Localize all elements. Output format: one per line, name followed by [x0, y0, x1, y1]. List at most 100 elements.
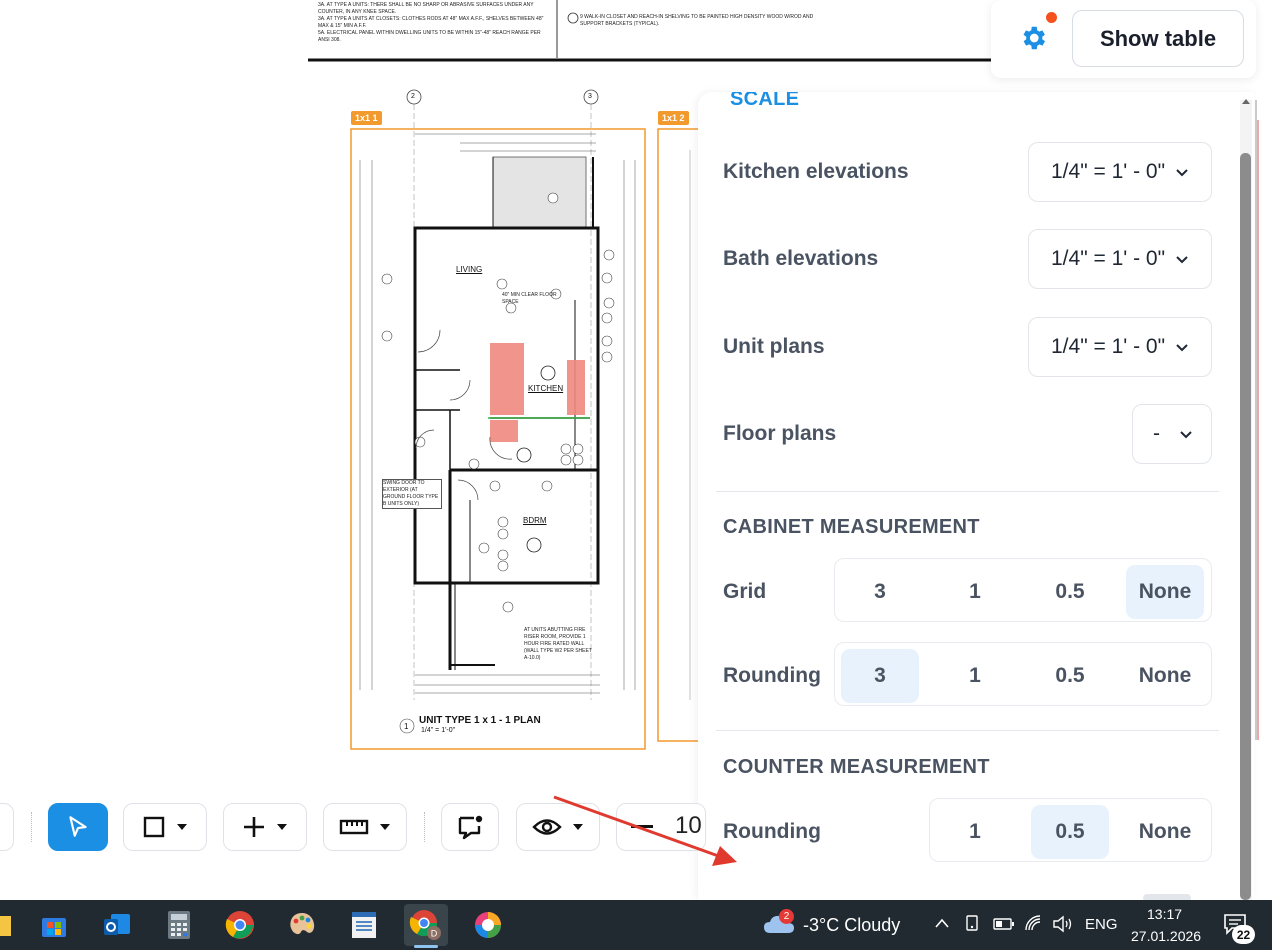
room-label-living: LIVING: [456, 265, 483, 274]
chevron-down-icon: [1176, 344, 1188, 352]
svg-text:D: D: [431, 929, 438, 939]
toolbar-left-partial-button[interactable]: [0, 803, 14, 851]
wifi-icon[interactable]: [1024, 914, 1044, 934]
chevron-down-icon: [1180, 431, 1192, 439]
notification-dot: [1046, 12, 1057, 23]
copilot-icon: [475, 912, 501, 938]
room-label-bdrm: BDRM: [523, 516, 547, 525]
ruler-icon: [339, 819, 369, 835]
scale-heading: SCALE: [730, 92, 800, 110]
add-tool-button[interactable]: [223, 803, 307, 851]
taskbar-app-chrome-profile[interactable]: D: [404, 904, 448, 946]
zoom-value[interactable]: 10: [675, 812, 702, 840]
taskbar-app-calculator[interactable]: [157, 904, 201, 946]
section-divider: [716, 491, 1219, 492]
taskbar-app-copilot[interactable]: [466, 904, 510, 946]
taskbar-app-chrome[interactable]: [218, 904, 262, 946]
counter-rounding-option-0-5[interactable]: 0.5: [1031, 805, 1109, 859]
counter-heading: COUNTER MEASUREMENT: [723, 756, 990, 778]
toolbar-separator: [31, 812, 32, 842]
cabinet-heading: CABINET MEASUREMENT: [723, 516, 980, 538]
sheet-3-partial: [1255, 100, 1259, 740]
kitchen-scale-value: 1/4" = 1' - 0": [1051, 160, 1166, 183]
sheet-notes-right: 9 WALK-IN CLOSET AND REACH-IN SHELVING T…: [580, 14, 814, 27]
caret-down-icon: [573, 824, 583, 830]
cabinet-grid-segmented: 3 1 0.5 None: [834, 558, 1212, 622]
taskbar-app-partial[interactable]: [0, 904, 22, 946]
cabinet-rounding-option-none[interactable]: None: [1126, 649, 1204, 703]
panel-scrollbar-thumb[interactable]: [1240, 153, 1251, 900]
store-icon: [42, 918, 66, 937]
meet-now-icon[interactable]: [964, 914, 982, 934]
plan-title: UNIT TYPE 1 x 1 - 1 PLAN: [419, 715, 541, 726]
highlight-cabinet-bath: [490, 420, 518, 442]
sheet-notes-left: 3A. AT TYPE A UNITS: THERE SHALL BE NO S…: [318, 2, 544, 43]
eye-icon: [532, 819, 562, 835]
counter-rounding-option-none[interactable]: None: [1126, 805, 1204, 859]
chevron-down-icon: [1176, 169, 1188, 177]
cabinet-rounding-option-3[interactable]: 3: [841, 649, 919, 703]
outlook-icon: [104, 914, 130, 935]
cabinet-rounding-option-0-5[interactable]: 0.5: [1031, 649, 1109, 703]
cabinet-grid-option-none[interactable]: None: [1126, 565, 1204, 619]
notification-count-badge: 22: [1232, 925, 1255, 944]
rectangle-tool-button[interactable]: [123, 803, 207, 851]
caret-down-icon: [177, 824, 187, 830]
highlight-cabinet-right: [567, 360, 585, 415]
clock-date[interactable]: 27.01.2026: [1131, 928, 1201, 944]
settings-button[interactable]: [1014, 18, 1052, 58]
caret-down-icon: [380, 824, 390, 830]
taskbar-app-paint[interactable]: [280, 904, 324, 946]
taskbar-app-outlook[interactable]: [95, 904, 139, 946]
bath-scale-select[interactable]: 1/4" = 1' - 0": [1028, 229, 1212, 289]
gear-icon: [1023, 26, 1045, 50]
plus-icon: [244, 817, 264, 837]
measure-tool-button[interactable]: [323, 803, 407, 851]
show-table-button[interactable]: Show table: [1072, 10, 1244, 67]
cabinet-grid-option-0-5[interactable]: 0.5: [1031, 565, 1109, 619]
cabinet-grid-option-3[interactable]: 3: [841, 565, 919, 619]
language-indicator[interactable]: ENG: [1085, 916, 1118, 933]
callout-clear-floor: 40" MIN CLEAR FLOOR SPACE: [502, 292, 557, 305]
visibility-tool-button[interactable]: [516, 803, 600, 851]
cabinet-rounding-option-1[interactable]: 1: [936, 649, 1014, 703]
chevron-up-icon[interactable]: [934, 916, 950, 932]
document-reader-icon: [352, 912, 376, 938]
pointer-icon: [69, 816, 87, 837]
zoom-out-icon[interactable]: [631, 825, 653, 829]
scale-label-floor-plans: Floor plans: [723, 422, 837, 445]
scroll-up-arrow-icon[interactable]: [1240, 96, 1252, 108]
sheet-tag-1[interactable]: 1x1 1: [351, 111, 382, 125]
select-tool-button[interactable]: [48, 803, 108, 851]
patio-area: [492, 156, 587, 228]
scale-label-bath: Bath elevations: [723, 247, 879, 270]
floor-plans-scale-select[interactable]: -: [1132, 404, 1212, 464]
volume-icon[interactable]: [1052, 915, 1074, 933]
rectangle-icon: [143, 816, 165, 838]
scale-label-unit-plans: Unit plans: [723, 335, 825, 358]
calculator-icon: [168, 911, 190, 939]
taskbar-app-store[interactable]: [32, 904, 76, 946]
taskbar-app-reader[interactable]: [342, 904, 386, 946]
battery-icon[interactable]: [993, 917, 1015, 931]
comment-tool-button[interactable]: [441, 803, 499, 851]
chevron-down-icon: [1176, 256, 1188, 264]
chrome-icon: [225, 911, 254, 939]
clock-time[interactable]: 13:17: [1147, 906, 1182, 922]
callout-swing-door: SWING DOOR TO EXTERIOR (AT GROUND FLOOR …: [382, 479, 442, 509]
palette-icon: [290, 913, 315, 935]
counter-rounding-label: Rounding: [723, 820, 821, 843]
cabinet-grid-option-1[interactable]: 1: [936, 565, 1014, 619]
counter-rounding-option-1[interactable]: 1: [936, 805, 1014, 859]
counter-rounding-segmented: 1 0.5 None: [929, 798, 1212, 862]
comment-icon: [458, 815, 483, 840]
room-label-kitchen: KITCHEN: [528, 384, 564, 393]
settings-panel: SCALE Kitchen elevations 1/4" = 1' - 0" …: [698, 92, 1254, 900]
weather-text[interactable]: -3°C Cloudy: [803, 915, 900, 936]
folder-icon: [0, 916, 11, 936]
kitchen-scale-select[interactable]: 1/4" = 1' - 0": [1028, 142, 1212, 202]
unit-plans-scale-select[interactable]: 1/4" = 1' - 0": [1028, 317, 1212, 377]
sheet-tag-2[interactable]: 1x1 2: [658, 111, 689, 125]
highlight-cabinet-left: [490, 343, 524, 415]
cabinet-rounding-label: Rounding: [723, 664, 821, 687]
